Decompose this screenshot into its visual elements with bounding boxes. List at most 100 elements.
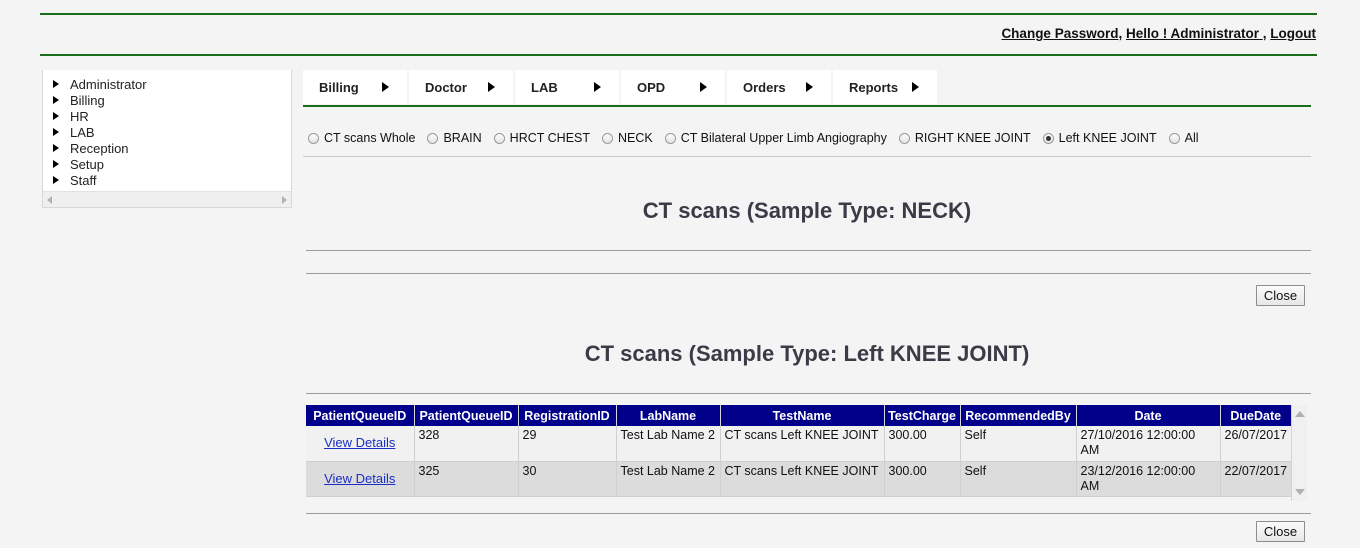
sidebar-item-reception[interactable]: Reception [53,140,291,156]
table-vertical-scrollbar[interactable] [1291,405,1307,501]
radio-button-icon[interactable] [427,132,439,144]
section-title-left-knee-joint: CT scans (Sample Type: Left KNEE JOINT) [584,341,1030,366]
chevron-right-icon [488,82,495,92]
chevron-right-icon [594,82,601,92]
cell-registration-id: 30 [518,461,617,497]
header-links: Change Password, Hello ! Administrator ,… [1001,26,1316,41]
cell-recommended-by: Self [960,426,1077,462]
close-button-knee[interactable]: Close [1256,521,1305,542]
sidebar: Administrator Billing HR LAB Reception S… [42,70,292,208]
menu-tab-opd[interactable]: OPD [621,70,727,104]
cell-test-charge: 300.00 [884,461,961,497]
radio-ct-bilateral-upper-limb-angiography[interactable]: CT Bilateral Upper Limb Angiography [664,131,887,145]
change-password-link[interactable]: Change Password [1001,26,1118,41]
sidebar-item-label: HR [70,108,89,124]
sidebar-item-label: Administrator [70,76,147,92]
sidebar-item-label: Reception [70,140,129,156]
sidebar-item-staff[interactable]: Staff [53,172,291,188]
scroll-left-arrow-icon[interactable] [47,195,52,204]
chevron-right-icon [382,82,389,92]
radio-button-icon[interactable] [1168,132,1180,144]
column-header-duedate[interactable]: DueDate [1220,405,1291,426]
header-divider-bottom [40,54,1317,56]
sidebar-item-billing[interactable]: Billing [53,92,291,108]
header-separator-1: , [1118,26,1126,41]
sidebar-item-lab[interactable]: LAB [53,124,291,140]
sidebar-item-setup[interactable]: Setup [53,156,291,172]
main-menu-bar: Billing Doctor LAB OPD Orders Reports [303,70,1311,104]
radio-button-icon[interactable] [602,132,614,144]
column-header-testcharge[interactable]: TestCharge [884,405,961,426]
sidebar-item-label: LAB [70,124,95,140]
radio-left-knee-joint[interactable]: Left KNEE JOINT [1042,131,1157,145]
radio-button-icon[interactable] [308,132,319,144]
radio-button-icon[interactable] [664,132,676,144]
menu-tab-billing[interactable]: Billing [303,70,409,104]
greeting-link[interactable]: Hello ! Administrator [1126,26,1263,41]
view-details-link[interactable]: View Details [324,471,395,486]
column-header-labname[interactable]: LabName [616,405,721,426]
menu-tab-lab[interactable]: LAB [515,70,621,104]
menu-tab-reports[interactable]: Reports [833,70,939,104]
cell-registration-id: 29 [518,426,617,462]
scroll-down-arrow-icon[interactable] [1295,489,1305,495]
radio-neck[interactable]: NECK [602,131,653,145]
radio-button-icon[interactable] [898,132,910,144]
radio-ct-scans-whole[interactable]: CT scans Whole [308,131,415,145]
chevron-right-icon [806,82,813,92]
radio-label: Left KNEE JOINT [1058,131,1157,145]
menu-tab-label: Orders [743,79,786,95]
expand-triangle-icon [53,128,59,136]
cell-due-date: 22/07/2017 [1220,461,1292,497]
cell-patient-queue-id: 325 [414,461,519,497]
sidebar-item-hr[interactable]: HR [53,108,291,124]
radio-button-icon[interactable] [1042,132,1054,144]
radio-label: All [1184,131,1199,145]
view-details-link[interactable]: View Details [324,435,395,450]
neck-table-bottom-divider [306,273,1311,274]
sidebar-item-administrator[interactable]: Administrator [53,76,291,92]
cell-lab-name: Test Lab Name 2 [616,426,721,462]
menu-tab-label: Billing [319,79,359,95]
menu-tab-orders[interactable]: Orders [727,70,833,104]
column-header-patientqueueid-link[interactable]: PatientQueueID [306,405,415,426]
expand-triangle-icon [53,112,59,120]
column-header-patientqueueid[interactable]: PatientQueueID [414,405,519,426]
menu-tab-label: Doctor [425,79,467,95]
scroll-right-arrow-icon[interactable] [282,195,287,204]
cell-date: 27/10/2016 12:00:00 AM [1076,426,1221,462]
menu-tab-doctor[interactable]: Doctor [409,70,515,104]
radio-all[interactable]: All [1168,131,1199,145]
page-root: Change Password, Hello ! Administrator ,… [0,0,1360,548]
header-divider-top [40,13,1317,15]
chevron-right-icon [700,82,707,92]
results-table-container: PatientQueueID PatientQueueID Registrati… [306,405,1311,503]
expand-triangle-icon [53,176,59,184]
sidebar-horizontal-scrollbar[interactable] [43,191,291,207]
radio-brain[interactable]: BRAIN [427,131,482,145]
column-header-registrationid[interactable]: RegistrationID [518,405,617,426]
cell-patient-queue-id: 328 [414,426,519,462]
cell-view-details[interactable]: View Details [306,461,415,497]
cell-date: 23/12/2016 12:00:00 AM [1076,461,1221,497]
radio-label: HRCT CHEST [509,131,591,145]
cell-lab-name: Test Lab Name 2 [616,461,721,497]
menu-tab-label: LAB [531,79,558,95]
cell-test-name: CT scans Left KNEE JOINT [720,426,885,462]
table-row: View Details 325 30 Test Lab Name 2 CT s… [306,461,1292,497]
scroll-up-arrow-icon[interactable] [1295,411,1305,417]
column-header-testname[interactable]: TestName [720,405,885,426]
logout-link[interactable]: Logout [1270,26,1316,41]
column-header-date[interactable]: Date [1076,405,1221,426]
column-header-recommendedby[interactable]: RecommendedBy [960,405,1077,426]
radio-button-icon[interactable] [493,132,505,144]
table-row: View Details 328 29 Test Lab Name 2 CT s… [306,426,1292,462]
sidebar-item-label: Setup [70,156,104,172]
cell-view-details[interactable]: View Details [306,426,415,462]
close-button-neck[interactable]: Close [1256,285,1305,306]
menu-underline [303,105,1311,107]
radio-hrct-chest[interactable]: HRCT CHEST [493,131,591,145]
radio-right-knee-joint[interactable]: RIGHT KNEE JOINT [898,131,1031,145]
expand-triangle-icon [53,96,59,104]
sidebar-item-label: Billing [70,92,105,108]
